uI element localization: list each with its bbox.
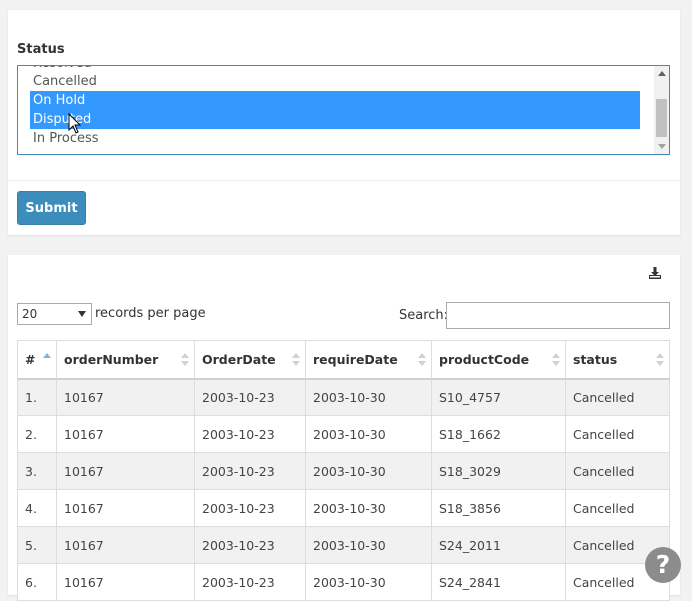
cell-index: 5. xyxy=(17,526,57,564)
cell-index: 3. xyxy=(17,452,57,490)
cell-product-code: S18_3029 xyxy=(431,452,566,490)
page-length-select[interactable]: 20 xyxy=(17,303,92,325)
help-button[interactable]: ? xyxy=(645,547,681,583)
form-divider xyxy=(8,180,680,181)
cell-order-date: 2003-10-23 xyxy=(194,489,306,527)
sort-icon xyxy=(418,353,426,366)
cell-order-date: 2003-10-23 xyxy=(194,415,306,453)
status-option-in-process[interactable]: In Process xyxy=(30,129,640,148)
cell-require-date: 2003-10-30 xyxy=(305,452,432,490)
cell-status: Cancelled xyxy=(565,452,670,490)
search-input[interactable] xyxy=(446,302,670,329)
cell-order-date: 2003-10-23 xyxy=(194,526,306,564)
orders-table: # orderNumber OrderDate requireDate prod… xyxy=(17,340,670,601)
cell-product-code: S24_2011 xyxy=(431,526,566,564)
cell-order-number: 10167 xyxy=(56,489,195,527)
orders-table-panel: 20 records per page Search: # orderNumbe… xyxy=(8,255,680,601)
table-row[interactable]: 1. 10167 2003-10-23 2003-10-30 S10_4757 … xyxy=(17,378,670,416)
sort-icon xyxy=(181,353,189,366)
cell-order-date: 2003-10-23 xyxy=(194,452,306,490)
column-header-status[interactable]: status xyxy=(565,340,670,380)
cell-order-date: 2003-10-23 xyxy=(194,563,306,601)
table-row[interactable]: 2. 10167 2003-10-23 2003-10-30 S18_1662 … xyxy=(17,415,670,453)
cell-index: 6. xyxy=(17,563,57,601)
listbox-scrollbar[interactable] xyxy=(654,66,669,154)
scroll-thumb[interactable] xyxy=(656,99,667,137)
column-header-label: productCode xyxy=(439,351,530,367)
cell-order-number: 10167 xyxy=(56,563,195,601)
column-header-ordernumber[interactable]: orderNumber xyxy=(56,340,195,380)
cell-status: Cancelled xyxy=(565,489,670,527)
filter-form-panel: Status Resolved Cancelled On Hold Disput… xyxy=(8,10,680,235)
table-row[interactable]: 4. 10167 2003-10-23 2003-10-30 S18_3856 … xyxy=(17,489,670,527)
column-header-requiredate[interactable]: requireDate xyxy=(305,340,432,380)
cell-require-date: 2003-10-30 xyxy=(305,563,432,601)
column-header-index[interactable]: # xyxy=(17,340,57,380)
table-header-row: # orderNumber OrderDate requireDate prod… xyxy=(17,340,670,380)
column-header-productcode[interactable]: productCode xyxy=(431,340,566,380)
sort-icon xyxy=(656,353,664,366)
cell-product-code: S18_1662 xyxy=(431,415,566,453)
cell-index: 2. xyxy=(17,415,57,453)
table-row[interactable]: 6. 10167 2003-10-23 2003-10-30 S24_2841 … xyxy=(17,563,670,601)
cell-product-code: S10_4757 xyxy=(431,378,566,416)
chevron-down-icon xyxy=(78,311,86,317)
column-header-orderdate[interactable]: OrderDate xyxy=(194,340,306,380)
mouse-cursor-icon xyxy=(68,113,82,134)
cell-index: 4. xyxy=(17,489,57,527)
cell-status: Cancelled xyxy=(565,378,670,416)
submit-button[interactable]: Submit xyxy=(17,191,86,225)
cell-index: 1. xyxy=(17,378,57,416)
sort-asc-icon xyxy=(43,353,51,358)
sort-icon xyxy=(552,353,560,366)
cell-require-date: 2003-10-30 xyxy=(305,378,432,416)
cell-order-number: 10167 xyxy=(56,378,195,416)
column-header-label: OrderDate xyxy=(202,351,276,367)
cell-require-date: 2003-10-30 xyxy=(305,489,432,527)
status-listbox[interactable]: Resolved Cancelled On Hold Disputed In P… xyxy=(17,65,670,155)
cell-product-code: S24_2841 xyxy=(431,563,566,601)
column-header-label: # xyxy=(25,351,36,367)
column-header-label: status xyxy=(573,351,618,367)
table-row[interactable]: 5. 10167 2003-10-23 2003-10-30 S24_2011 … xyxy=(17,526,670,564)
cell-order-number: 10167 xyxy=(56,526,195,564)
download-icon[interactable] xyxy=(648,266,662,280)
cell-order-number: 10167 xyxy=(56,452,195,490)
cell-status: Cancelled xyxy=(565,415,670,453)
cell-require-date: 2003-10-30 xyxy=(305,526,432,564)
cell-product-code: S18_3856 xyxy=(431,489,566,527)
search-label: Search: xyxy=(399,308,449,323)
status-option-disputed[interactable]: Disputed xyxy=(30,110,640,129)
scroll-up-icon[interactable] xyxy=(658,71,666,76)
cell-order-number: 10167 xyxy=(56,415,195,453)
status-option-cancelled[interactable]: Cancelled xyxy=(30,72,640,91)
scroll-down-icon[interactable] xyxy=(658,144,666,149)
page-length-value: 20 xyxy=(22,307,38,321)
column-header-label: requireDate xyxy=(313,351,398,367)
status-option-on-hold[interactable]: On Hold xyxy=(30,91,640,110)
column-header-label: orderNumber xyxy=(64,351,159,367)
cell-require-date: 2003-10-30 xyxy=(305,415,432,453)
sort-icon xyxy=(292,353,300,366)
records-per-page-label: records per page xyxy=(95,306,206,321)
status-label: Status xyxy=(17,42,65,57)
table-row[interactable]: 3. 10167 2003-10-23 2003-10-30 S18_3029 … xyxy=(17,452,670,490)
cell-order-date: 2003-10-23 xyxy=(194,378,306,416)
